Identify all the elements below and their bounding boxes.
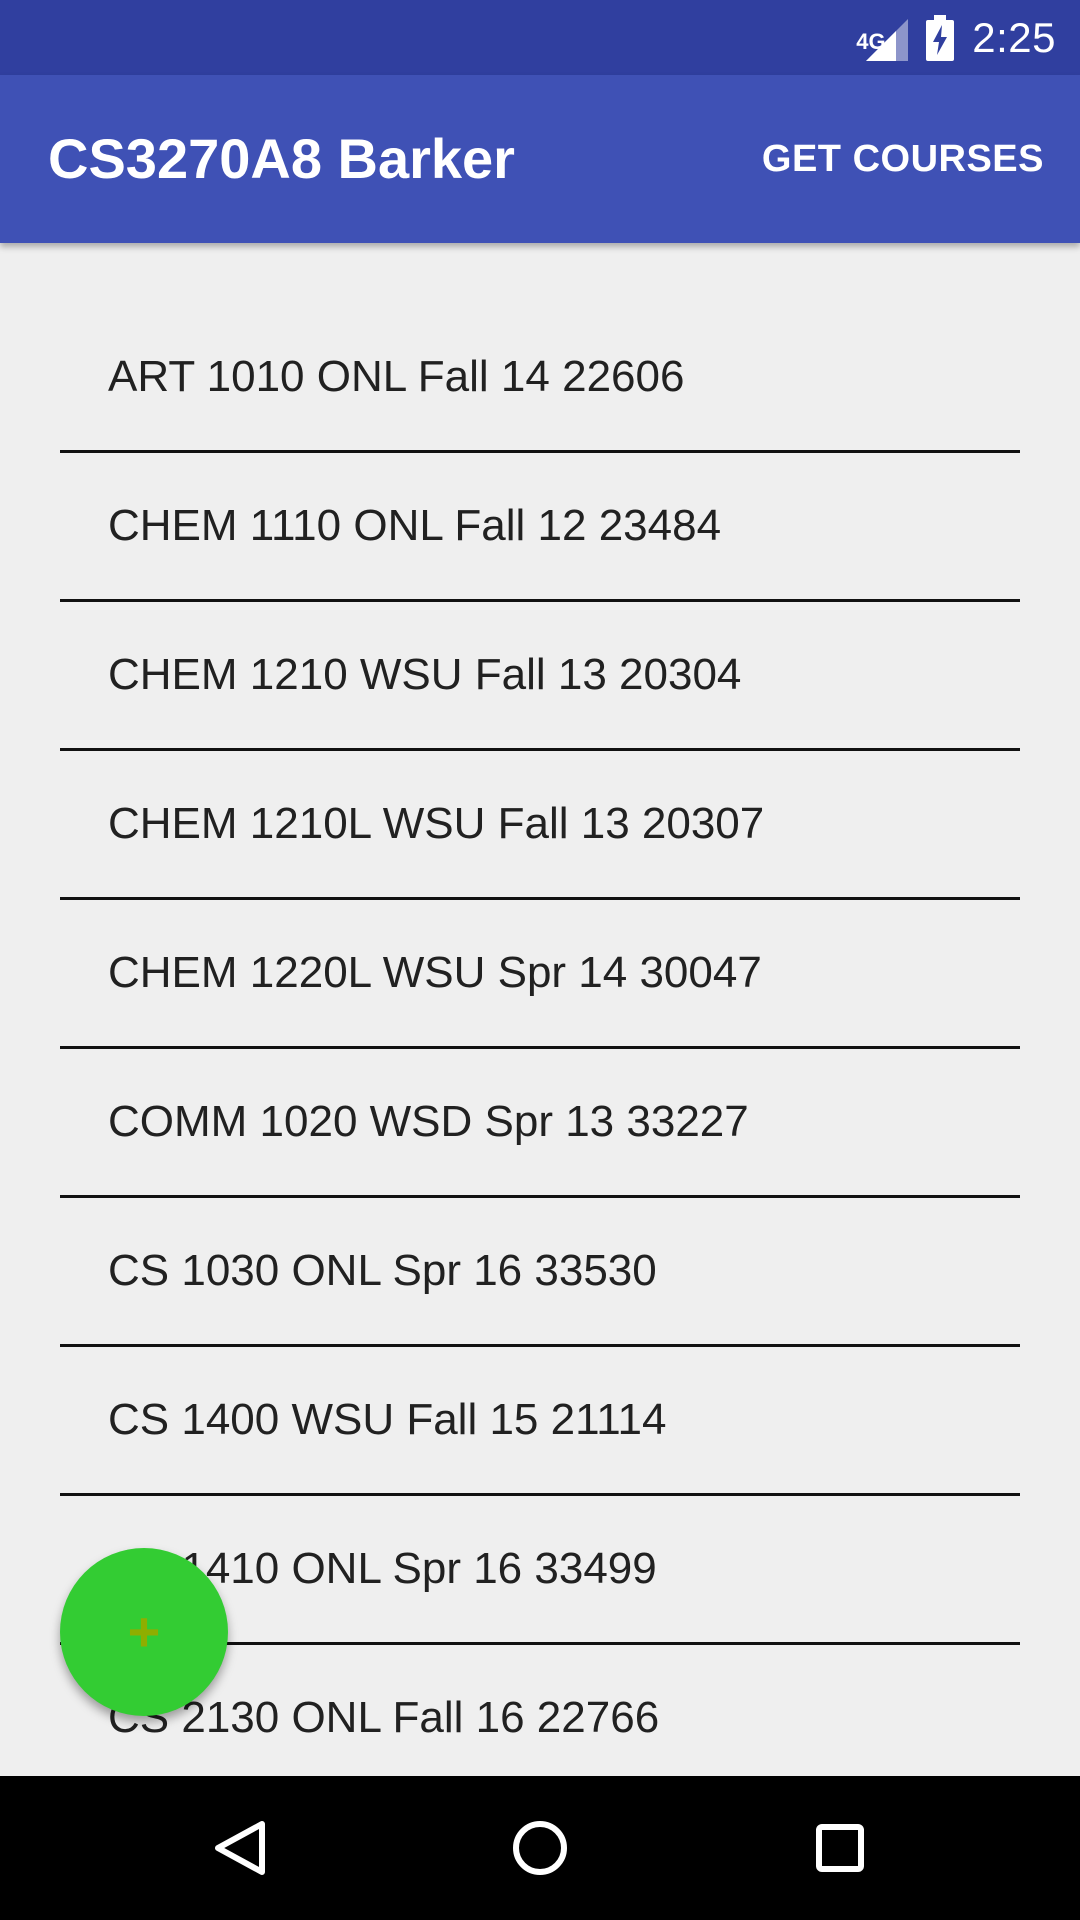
home-button[interactable] — [480, 1776, 600, 1920]
recents-button[interactable] — [780, 1776, 900, 1920]
list-item[interactable]: CHEM 1210 WSU Fall 13 20304 — [60, 602, 1020, 751]
course-label: CHEM 1210L WSU Fall 13 20307 — [108, 799, 765, 848]
course-label: CHEM 1220L WSU Spr 14 30047 — [108, 948, 762, 997]
list-item[interactable]: ART 1010 ONL Fall 14 22606 — [60, 304, 1020, 453]
status-bar: 4G 2:25 — [0, 0, 1080, 75]
status-clock: 2:25 — [972, 13, 1056, 61]
list-item[interactable]: CHEM 1110 ONL Fall 12 23484 — [60, 453, 1020, 602]
course-label: COMM 1020 WSD Spr 13 33227 — [108, 1097, 749, 1146]
course-label: CHEM 1210 WSU Fall 13 20304 — [108, 650, 742, 699]
cell-signal-indicator: 4G — [856, 15, 909, 61]
app-bar: CS3270A8 Barker GET COURSES — [0, 75, 1080, 243]
list-item[interactable]: CS 1400 WSU Fall 15 21114 — [60, 1347, 1020, 1496]
list-item[interactable]: COMM 1020 WSD Spr 13 33227 — [60, 1049, 1020, 1198]
battery-charging-icon — [926, 14, 955, 61]
get-courses-button[interactable]: GET COURSES — [762, 75, 1044, 243]
course-label: ART 1010 ONL Fall 14 22606 — [108, 352, 685, 401]
course-label: CHEM 1110 ONL Fall 12 23484 — [108, 501, 722, 550]
course-label: CS 1400 WSU Fall 15 21114 — [108, 1395, 667, 1444]
list-item[interactable]: CHEM 1220L WSU Spr 14 30047 — [60, 900, 1020, 1049]
add-course-fab[interactable]: + — [60, 1548, 228, 1716]
status-icons: 4G 2:25 — [856, 0, 1056, 75]
navigation-bar — [0, 1776, 1080, 1920]
signal-icon — [866, 18, 909, 61]
home-circle-icon — [513, 1821, 567, 1875]
app-title: CS3270A8 Barker — [48, 127, 515, 190]
back-triangle-icon — [215, 1821, 265, 1875]
list-item[interactable]: CS 1030 ONL Spr 16 33530 — [60, 1198, 1020, 1347]
list-item[interactable]: CHEM 1210L WSU Fall 13 20307 — [60, 751, 1020, 900]
course-list[interactable]: ART 1010 ONL Fall 14 22606 CHEM 1110 ONL… — [60, 304, 1020, 1774]
course-label: CS 1030 ONL Spr 16 33530 — [108, 1246, 657, 1295]
back-button[interactable] — [180, 1776, 300, 1920]
plus-icon: + — [127, 1600, 161, 1663]
recents-square-icon — [816, 1824, 864, 1872]
